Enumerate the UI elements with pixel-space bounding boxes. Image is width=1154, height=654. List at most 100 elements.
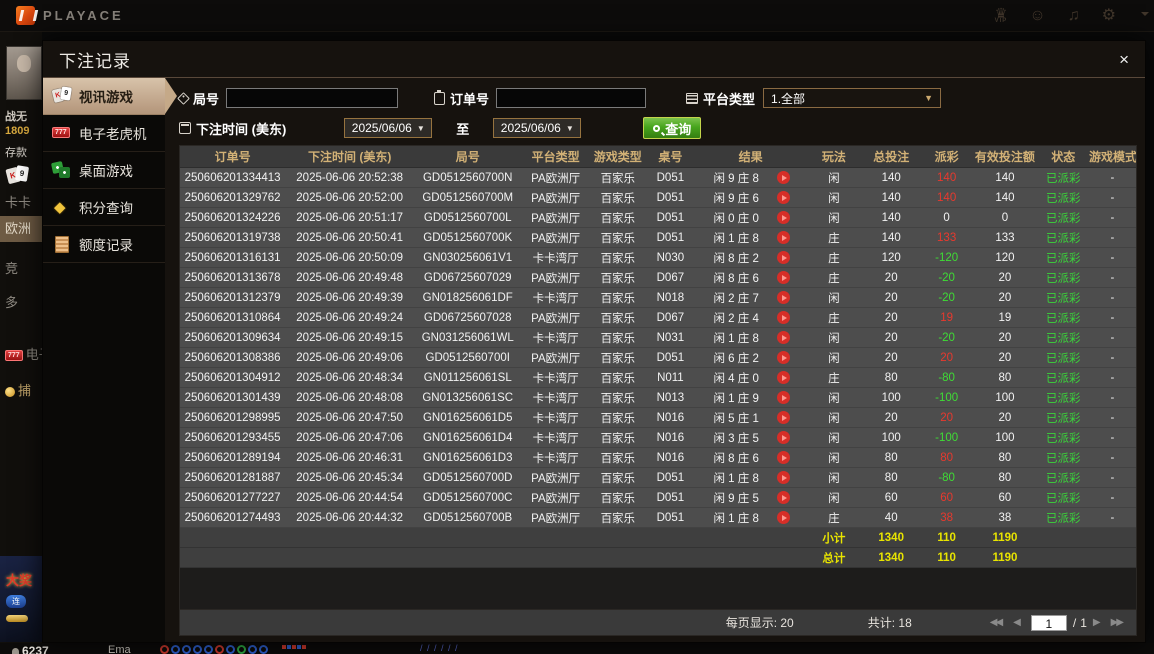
- cell-mode: -: [1110, 171, 1115, 184]
- table-row: 250606201293455 2025-06-06 20:47:06 GN0162…: [180, 428, 1136, 448]
- next-page-icon[interactable]: ▶: [1093, 617, 1101, 628]
- replay-video-button[interactable]: [777, 451, 791, 464]
- lobby-bottom-strip: 6237 Ema / / / / / /: [0, 643, 1154, 654]
- replay-video-button[interactable]: [777, 431, 791, 444]
- replay-video-button[interactable]: [777, 471, 791, 484]
- cards-icon: [52, 87, 72, 105]
- cell-order: 250606201310864: [184, 311, 281, 324]
- page-number-input[interactable]: 1: [1030, 614, 1067, 631]
- settings-gear-icon[interactable]: ⚙: [1102, 7, 1116, 24]
- sidebar-tab-1[interactable]: 电子老虎机: [43, 115, 165, 152]
- cell-mode: -: [1110, 471, 1115, 484]
- order-number-label: 订单号: [434, 89, 489, 108]
- chevron-down-icon: ▼: [565, 123, 574, 133]
- cell-mode: -: [1110, 311, 1115, 324]
- replay-video-button[interactable]: [777, 191, 791, 204]
- cell-table: N016: [656, 451, 685, 464]
- cell-play: 庄: [828, 512, 840, 525]
- replay-video-button[interactable]: [777, 331, 791, 344]
- cell-mode: -: [1110, 211, 1115, 224]
- cell-round: GD0512560700C: [422, 491, 513, 504]
- replay-video-button[interactable]: [777, 211, 791, 224]
- cell-table: N016: [656, 411, 685, 424]
- cell-result: 闲 9 庄 8: [695, 170, 806, 186]
- promo-banner[interactable]: 大奖 连: [0, 556, 42, 642]
- sidebar-tab-4[interactable]: 额度记录: [43, 226, 165, 263]
- first-page-icon[interactable]: ◀◀: [990, 617, 1003, 628]
- replay-video-button[interactable]: [777, 411, 791, 424]
- vip-icon[interactable]: ♛ VIP: [995, 5, 1008, 23]
- total-row: 总计 1340 110 1190: [180, 548, 1136, 568]
- replay-video-button[interactable]: [777, 311, 791, 324]
- cell-game: 百家乐: [600, 412, 636, 425]
- total-count-label: 共计: 18: [867, 616, 912, 630]
- modal-title: 下注记录: [59, 51, 131, 71]
- cell-platform: 卡卡湾厅: [532, 412, 579, 425]
- cell-order: 250606201316131: [184, 251, 281, 264]
- cell-valid_bet: 20: [998, 271, 1012, 284]
- close-icon[interactable]: ×: [1119, 51, 1129, 68]
- round-number-input[interactable]: [226, 88, 399, 108]
- filter-row-2: 下注时间 (美东) 2025/06/06 ▼ 至 2025/06/06 ▼ 查询: [179, 117, 1137, 139]
- video-games-icon[interactable]: K9: [5, 165, 31, 186]
- sidebar-tab-3[interactable]: 积分查询: [43, 189, 165, 226]
- cell-valid_bet: 80: [998, 471, 1012, 484]
- cell-time: 2025-06-06 20:48:34: [296, 371, 404, 384]
- cell-result: 闲 2 庄 7: [695, 290, 806, 306]
- tab-label: 积分查询: [79, 201, 133, 216]
- replay-video-button[interactable]: [777, 371, 791, 384]
- customer-service-icon[interactable]: ☺: [1029, 7, 1045, 24]
- replay-video-button[interactable]: [777, 271, 791, 284]
- platform-type-select[interactable]: 1.全部 ▼: [763, 88, 942, 108]
- cell-game: 百家乐: [600, 352, 636, 365]
- deposit-button[interactable]: 存款: [5, 144, 27, 160]
- cell-platform: PA欧洲厅: [531, 492, 581, 505]
- nav-item-fishing[interactable]: 捕: [5, 380, 31, 399]
- cell-order: 250606201334413: [184, 171, 281, 184]
- replay-video-button[interactable]: [777, 231, 791, 244]
- cell-status: 已派彩: [1045, 412, 1081, 425]
- replay-video-button[interactable]: [777, 391, 791, 404]
- result-text: 闲 3 庄 5: [713, 432, 759, 445]
- nav-item-kaka[interactable]: 卡卡: [5, 192, 31, 211]
- cell-valid_bet: 60: [998, 491, 1012, 504]
- cell-mode: -: [1110, 231, 1115, 244]
- cell-valid_bet: 100: [995, 431, 1015, 444]
- cell-payout: 140: [937, 191, 957, 204]
- prev-page-icon[interactable]: ◀: [1013, 617, 1021, 628]
- cell-game: 百家乐: [600, 492, 636, 505]
- nav-item-europe-active[interactable]: 欧洲: [0, 216, 42, 242]
- cell-result: 闲 1 庄 8: [695, 230, 806, 246]
- cell-round: GN011256061SL: [423, 371, 512, 384]
- nav-item-slots[interactable]: 777电子: [5, 344, 42, 363]
- replay-video-button[interactable]: [777, 491, 791, 504]
- cell-payout: -120: [935, 251, 959, 264]
- cell-total_bet: 20: [884, 291, 898, 304]
- nav-item-duo[interactable]: 多: [5, 292, 18, 311]
- search-button[interactable]: 查询: [643, 117, 702, 139]
- replay-video-button[interactable]: [777, 511, 791, 524]
- sidebar-tab-2[interactable]: 桌面游戏: [43, 152, 165, 189]
- cell-total_bet: 40: [884, 511, 898, 524]
- date-to-picker[interactable]: 2025/06/06 ▼: [493, 118, 582, 138]
- music-icon[interactable]: ♫: [1068, 7, 1080, 24]
- replay-video-button[interactable]: [777, 351, 791, 364]
- sidebar-tab-0[interactable]: 视讯游戏: [43, 78, 177, 115]
- search-icon: [653, 124, 661, 132]
- order-number-input[interactable]: [496, 88, 647, 108]
- bet-time-label: 下注时间 (美东): [179, 119, 286, 138]
- date-from-picker[interactable]: 2025/06/06 ▼: [344, 118, 433, 138]
- nav-item-jing[interactable]: 竞: [5, 258, 18, 277]
- replay-video-button[interactable]: [777, 251, 791, 264]
- last-page-icon[interactable]: ▶▶: [1111, 617, 1124, 628]
- road-dot-blue: [248, 645, 257, 654]
- cell-play: 闲: [828, 292, 840, 305]
- cell-payout: 0: [943, 211, 950, 224]
- replay-video-button[interactable]: [777, 171, 791, 184]
- table-row: 250606201334413 2025-06-06 20:52:38 GD0512…: [180, 168, 1136, 188]
- replay-video-button[interactable]: [777, 291, 791, 304]
- table-row: 250606201281887 2025-06-06 20:45:34 GD0512…: [180, 468, 1136, 488]
- cell-platform: PA欧洲厅: [531, 272, 581, 285]
- cell-result: 闲 2 庄 4: [695, 310, 806, 326]
- cell-round: GD06725607029: [423, 271, 512, 284]
